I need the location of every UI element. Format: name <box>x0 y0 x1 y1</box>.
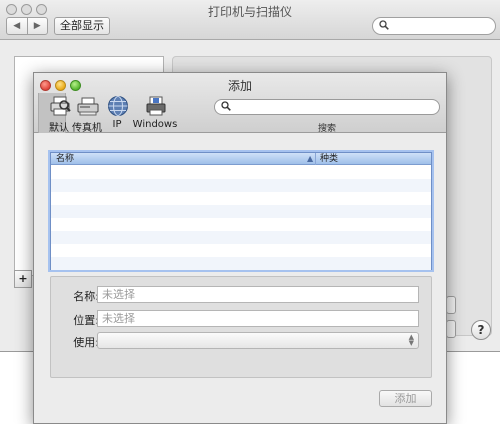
forward-button[interactable]: ▶ <box>26 18 48 34</box>
location-field[interactable]: 未选择 <box>97 310 419 327</box>
table-row <box>51 257 431 270</box>
add-button[interactable]: 添加 <box>379 390 432 407</box>
table-row <box>51 192 431 205</box>
name-label: 名称: <box>73 290 99 303</box>
back-button[interactable]: ◀ <box>7 18 27 34</box>
table-row <box>51 244 431 257</box>
use-label: 使用: <box>73 336 99 349</box>
bg-search-field[interactable] <box>372 17 496 35</box>
table-row <box>51 166 431 179</box>
sort-ascending-icon: ▲ <box>307 154 314 163</box>
show-all-button[interactable]: 全部显示 <box>54 17 110 35</box>
sheet-toolbar: 添加 默认 传真机 IP Windows 搜索 <box>34 73 446 134</box>
add-printer-button[interactable]: + <box>14 270 32 288</box>
printer-search-field[interactable] <box>214 99 440 115</box>
help-button[interactable]: ? <box>471 320 491 340</box>
use-driver-select[interactable]: ▲ ▼ <box>97 332 419 349</box>
column-header-kind[interactable]: 种类 <box>315 153 431 165</box>
table-row <box>51 231 431 244</box>
table-row <box>51 205 431 218</box>
printer-details-form: 名称: 未选择 位置: 未选择 使用: ▲ ▼ <box>50 276 432 378</box>
table-row <box>51 218 431 231</box>
default-printer-icon <box>49 95 71 117</box>
toolbar-windows-label: Windows <box>132 119 178 130</box>
toolbar-ip-button[interactable]: IP <box>99 95 135 131</box>
add-printer-sheet: 添加 默认 传真机 IP Windows 搜索 名称 ▲ 种类 名称: 未选择 … <box>33 72 447 424</box>
bg-titlebar: 打印机与扫描仪 ◀ ▶ 全部显示 <box>0 0 500 40</box>
nav-segment: ◀ ▶ <box>6 17 48 35</box>
column-header-name[interactable]: 名称 <box>56 153 74 165</box>
search-icon <box>379 20 389 33</box>
location-label: 位置: <box>73 314 99 327</box>
select-arrows-icon: ▲ ▼ <box>408 333 414 347</box>
table-row <box>51 179 431 192</box>
table-header: 名称 ▲ 种类 <box>51 153 431 165</box>
fax-icon <box>77 95 99 117</box>
printer-table[interactable]: 名称 ▲ 种类 <box>50 152 432 270</box>
search-label: 搜索 <box>317 124 336 134</box>
bg-option-button[interactable] <box>446 296 456 314</box>
sheet-title: 添加 <box>227 79 252 93</box>
ip-globe-icon <box>107 95 129 117</box>
bg-open-queue-button[interactable] <box>446 320 456 338</box>
windows-printer-icon <box>145 95 167 117</box>
toolbar-windows-button[interactable]: Windows <box>133 95 177 131</box>
search-icon <box>221 101 231 114</box>
name-field[interactable]: 未选择 <box>97 286 419 303</box>
column-header-kind-label: 种类 <box>320 154 339 164</box>
